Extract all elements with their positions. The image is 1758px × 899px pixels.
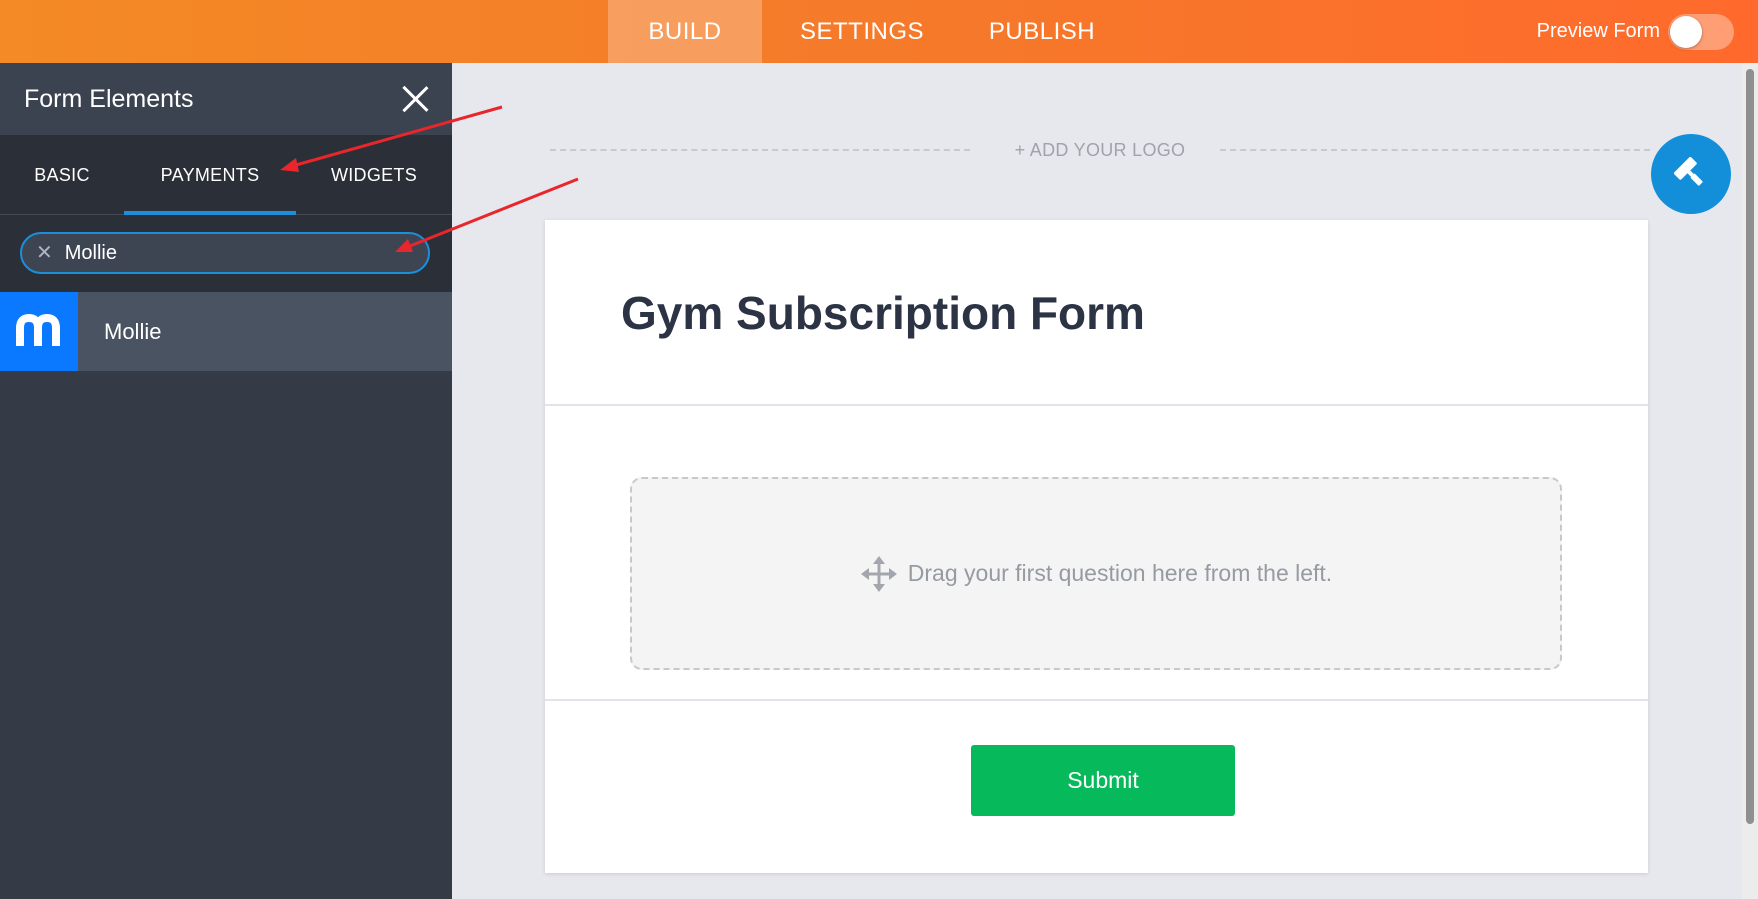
tab-build[interactable]: BUILD [608,0,762,63]
panel-title: Form Elements [24,84,194,113]
form-elements-panel: Form Elements BASIC PAYMENTS WIDGETS ✕ M… [0,63,452,899]
close-icon[interactable] [400,84,430,114]
search-input[interactable] [64,241,395,265]
mollie-logo-icon [0,292,78,371]
preview-form-label: Preview Form [1536,20,1660,42]
scrollbar-thumb[interactable] [1746,69,1754,824]
tab-publish[interactable]: PUBLISH [962,0,1122,63]
submit-button[interactable]: Submit [971,745,1235,816]
top-nav: BUILD SETTINGS PUBLISH [608,0,1122,63]
search-box: ✕ [20,232,430,274]
scrollbar[interactable] [1742,63,1758,899]
top-bar: BUILD SETTINGS PUBLISH Preview Form [0,0,1758,63]
element-item-mollie[interactable]: Mollie [0,292,452,371]
form-card: Gym Subscription Form Drag your first qu… [545,220,1648,873]
element-item-label: Mollie [104,318,162,344]
question-dropzone[interactable]: Drag your first question here from the l… [630,477,1562,670]
search-area: ✕ [0,215,452,295]
preview-form-control: Preview Form [1537,0,1734,63]
form-designer-button[interactable] [1651,134,1731,214]
divider [545,699,1648,701]
panel-header: Form Elements [0,63,452,135]
tab-settings[interactable]: SETTINGS [762,0,962,63]
toggle-knob [1670,15,1702,48]
element-tabs: BASIC PAYMENTS WIDGETS [0,135,452,215]
preview-form-toggle[interactable] [1668,13,1734,50]
move-icon [860,555,897,592]
add-logo-row: + ADD YOUR LOGO [550,138,1650,162]
divider [545,404,1648,406]
add-logo-link[interactable]: + ADD YOUR LOGO [550,140,1650,161]
tab-basic[interactable]: BASIC [0,135,124,215]
dropzone-text: Drag your first question here from the l… [907,560,1333,586]
paint-roller-icon [1673,156,1703,186]
form-title[interactable]: Gym Subscription Form [621,286,1145,340]
clear-search-icon[interactable]: ✕ [36,243,53,263]
tab-widgets[interactable]: WIDGETS [296,135,452,215]
tab-payments[interactable]: PAYMENTS [124,135,296,215]
